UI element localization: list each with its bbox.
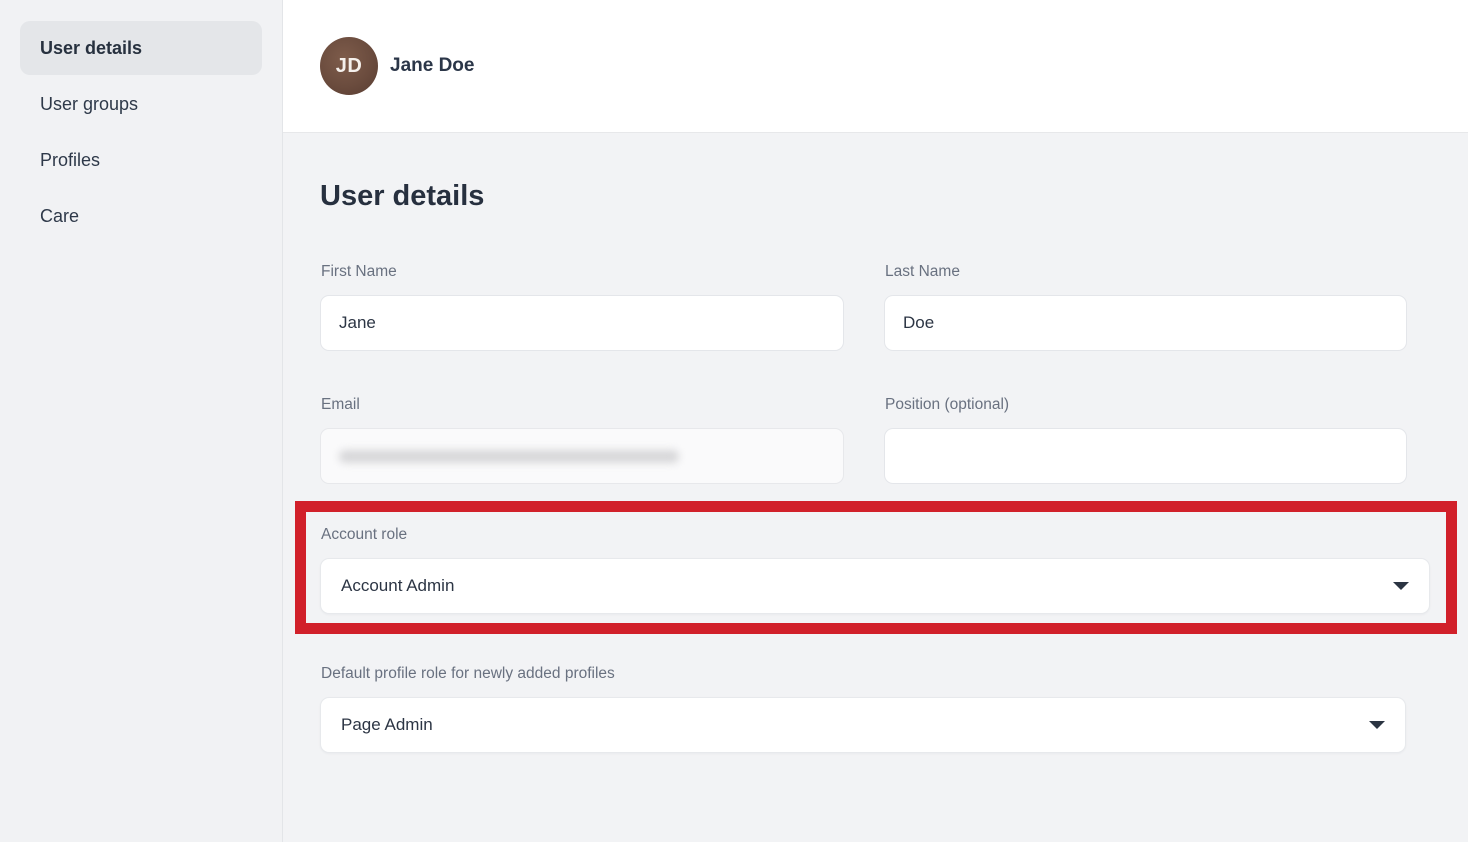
first-name-label: First Name (321, 263, 844, 281)
sidebar-item-label: User details (40, 38, 142, 59)
sidebar-item-profiles[interactable]: Profiles (20, 133, 262, 187)
chevron-down-icon (1393, 582, 1409, 590)
first-name-field-group: First Name (320, 263, 844, 351)
position-input[interactable] (884, 428, 1407, 484)
sidebar-item-care[interactable]: Care (20, 189, 262, 243)
sidebar-item-user-groups[interactable]: User groups (20, 77, 262, 131)
default-profile-role-label: Default profile role for newly added pro… (321, 665, 1431, 683)
settings-sidebar: User details User groups Profiles Care (0, 0, 283, 842)
account-role-select[interactable]: Account Admin (320, 558, 1430, 614)
account-role-label: Account role (321, 526, 1430, 544)
redacted-email-value (339, 450, 679, 463)
sidebar-item-label: Care (40, 206, 79, 227)
sidebar-item-label: User groups (40, 94, 138, 115)
sidebar-item-label: Profiles (40, 150, 100, 171)
form-grid: First Name Last Name Email Position (opt… (320, 263, 1431, 484)
default-profile-role-select[interactable]: Page Admin (320, 697, 1406, 753)
main-panel: JD Jane Doe User details First Name Last… (283, 0, 1468, 842)
sidebar-item-user-details[interactable]: User details (20, 21, 262, 75)
position-field-group: Position (optional) (884, 396, 1407, 484)
default-profile-role-value: Page Admin (341, 715, 433, 735)
chevron-down-icon (1369, 721, 1385, 729)
first-name-input[interactable] (320, 295, 844, 351)
app-window: User details User groups Profiles Care J… (0, 0, 1468, 842)
page-title: User details (320, 180, 1431, 213)
last-name-field-group: Last Name (884, 263, 1407, 351)
avatar: JD (320, 37, 378, 95)
account-role-value: Account Admin (341, 576, 454, 596)
default-profile-role-field-group: Default profile role for newly added pro… (320, 665, 1431, 753)
red-annotation-rectangle: Account role Account Admin (295, 501, 1457, 634)
user-name: Jane Doe (390, 55, 474, 77)
last-name-input[interactable] (884, 295, 1407, 351)
email-input (320, 428, 844, 484)
email-field-group: Email (320, 396, 844, 484)
user-details-form: User details First Name Last Name Email (283, 133, 1468, 753)
user-header: JD Jane Doe (283, 0, 1468, 133)
last-name-label: Last Name (885, 263, 1407, 281)
email-label: Email (321, 396, 844, 414)
position-label: Position (optional) (885, 396, 1407, 414)
